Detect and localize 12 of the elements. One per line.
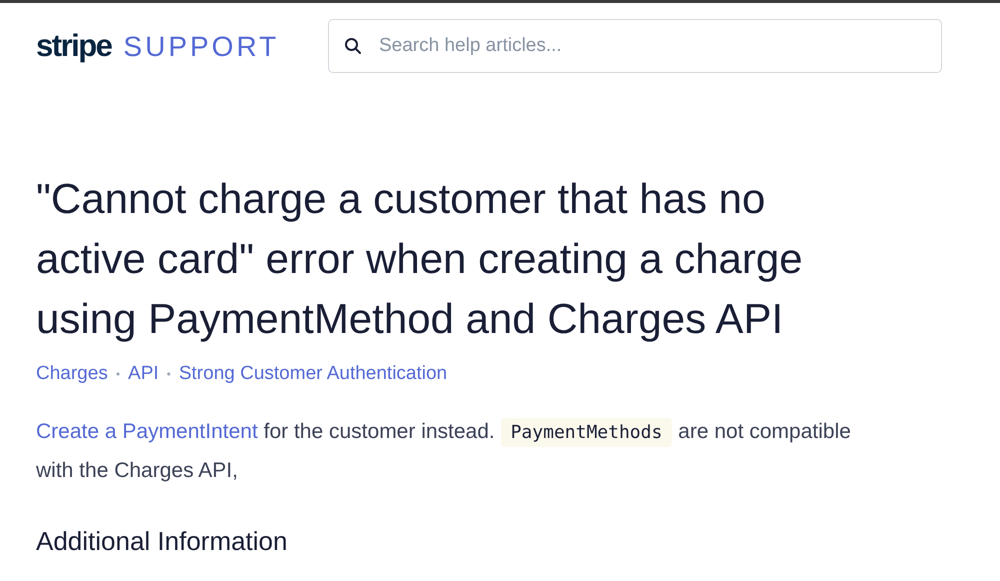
separator-dot: •	[116, 367, 120, 381]
section-title: SUPPORT	[123, 31, 280, 63]
article-title: "Cannot charge a customer that has no active card" error when creating a charge using PaymentMethod and Charges API	[36, 174, 804, 344]
logo[interactable]: stripe	[36, 28, 112, 64]
separator-dot: •	[166, 367, 171, 381]
article-paragraph: Create a PaymentIntent for the customer instead. PaymentMethods are not compatible with the Charges API,	[36, 417, 852, 484]
category-link[interactable]: API	[128, 363, 159, 385]
section-heading: Additional Information	[36, 526, 288, 556]
category-link[interactable]: Charges	[36, 363, 108, 385]
search-field[interactable]: Search help articles...	[328, 19, 942, 73]
paymentintent-link[interactable]: Create a PaymentIntent	[36, 420, 258, 443]
category-link[interactable]: Strong Customer Authentication	[178, 363, 448, 385]
